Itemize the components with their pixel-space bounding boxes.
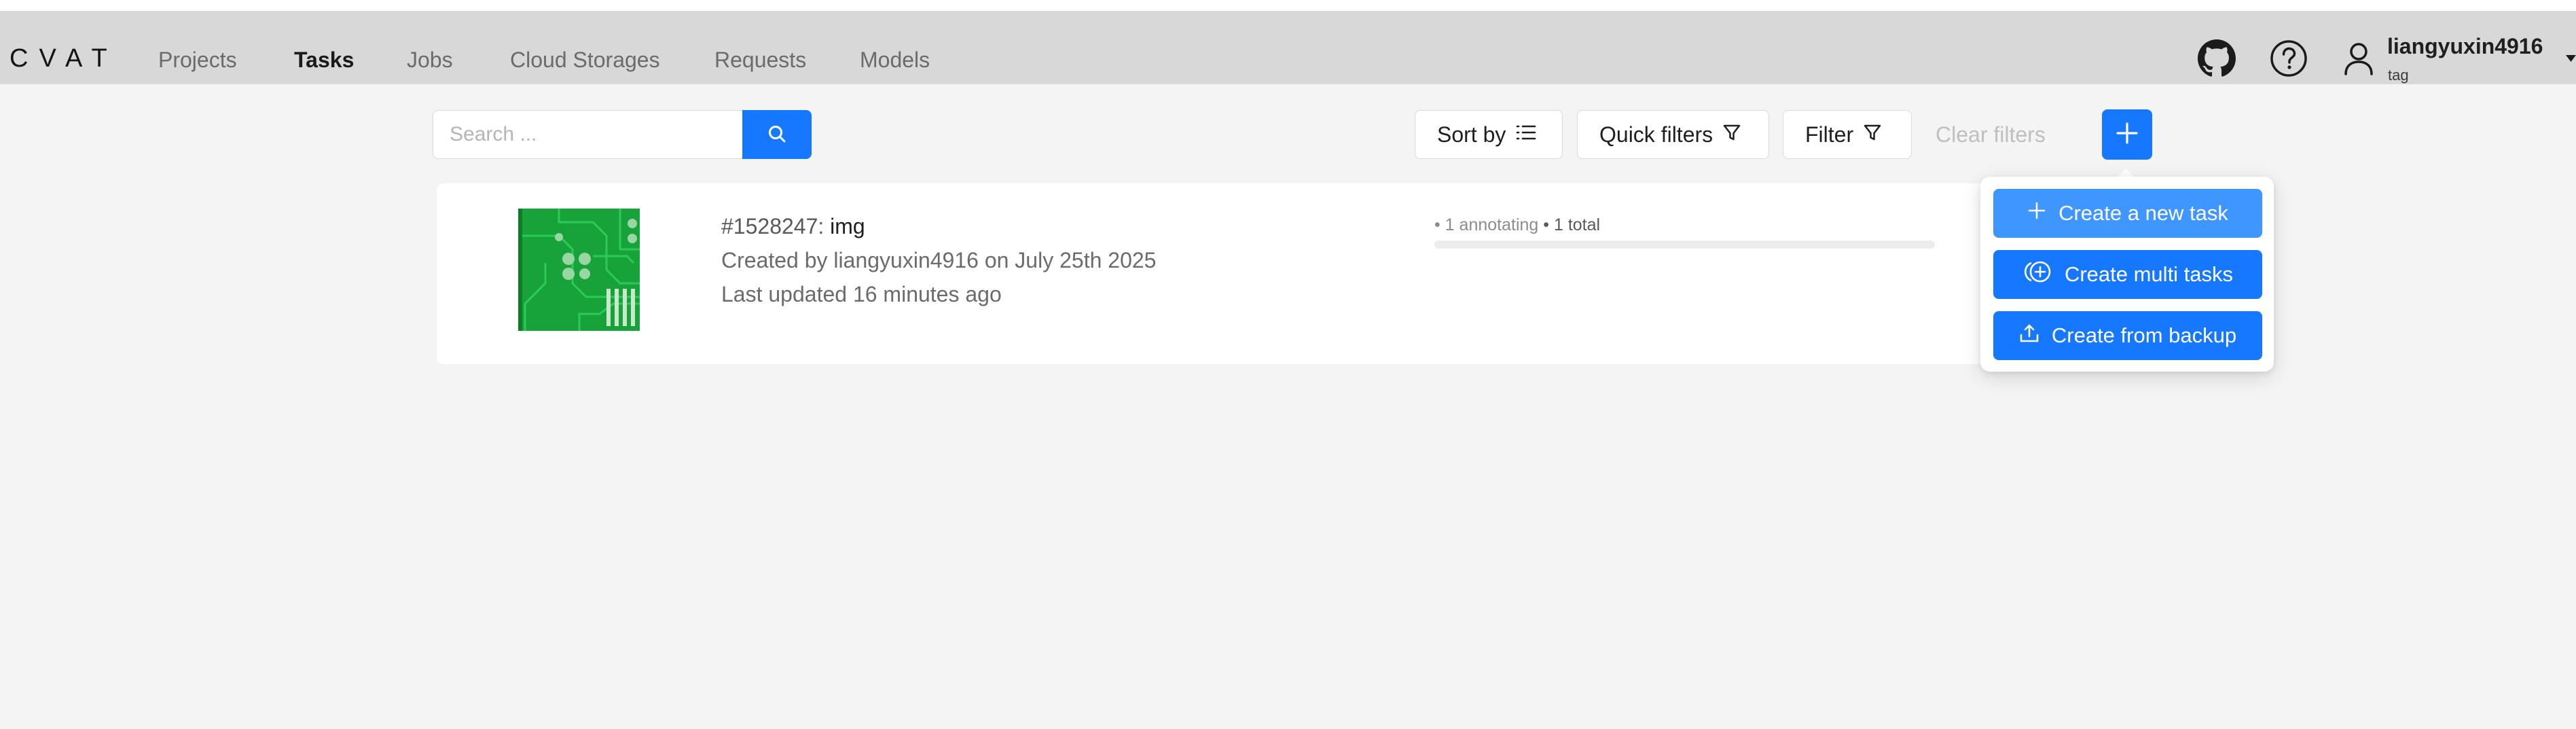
cvat-logo[interactable]: CVAT bbox=[10, 45, 118, 72]
sort-list-icon bbox=[1515, 122, 1537, 147]
task-id: #1528247: bbox=[721, 214, 824, 238]
create-multi-tasks-label: Create multi tasks bbox=[2064, 262, 2234, 286]
quick-filters-label: Quick filters bbox=[1599, 122, 1713, 147]
progress-total: • 1 total bbox=[1543, 215, 1601, 234]
create-new-task-label: Create a new task bbox=[2058, 201, 2228, 225]
plus-icon bbox=[2116, 122, 2139, 148]
create-from-backup-label: Create from backup bbox=[2051, 323, 2237, 347]
caret-down-icon[interactable] bbox=[2566, 54, 2576, 67]
search-button[interactable] bbox=[742, 110, 812, 159]
task-progress-summary: • 1 annotating • 1 total bbox=[1434, 215, 1600, 235]
filter-button[interactable]: Filter bbox=[1783, 110, 1912, 159]
user-icon[interactable] bbox=[2344, 41, 2374, 79]
progress-annotating: • 1 annotating bbox=[1434, 215, 1539, 234]
help-icon[interactable] bbox=[2270, 39, 2308, 81]
task-name[interactable]: img bbox=[830, 214, 865, 238]
user-name[interactable]: liangyuxin4916 bbox=[2387, 33, 2543, 59]
task-updated-info: Last updated 16 minutes ago bbox=[721, 282, 1002, 306]
plus-icon bbox=[2027, 201, 2046, 226]
upload-icon bbox=[2019, 323, 2039, 349]
quick-filters-button[interactable]: Quick filters bbox=[1577, 110, 1769, 159]
nav-projects[interactable]: Projects bbox=[158, 46, 237, 73]
task-card[interactable] bbox=[437, 183, 2010, 364]
create-multi-tasks-item[interactable]: Create multi tasks bbox=[1993, 250, 2262, 299]
search-icon bbox=[767, 124, 786, 145]
clear-filters-button[interactable]: Clear filters bbox=[1936, 121, 2046, 148]
nav-jobs[interactable]: Jobs bbox=[407, 46, 453, 73]
create-from-backup-item[interactable]: Create from backup bbox=[1993, 311, 2262, 360]
filter-label: Filter bbox=[1805, 122, 1854, 147]
github-icon[interactable] bbox=[2198, 39, 2236, 81]
top-header: CVAT Projects Tasks Jobs Cloud Storages … bbox=[0, 11, 2576, 84]
nav-cloud-storages[interactable]: Cloud Storages bbox=[510, 46, 660, 73]
nav-models[interactable]: Models bbox=[860, 46, 930, 73]
filter-icon bbox=[1863, 122, 1882, 147]
create-task-button[interactable] bbox=[2102, 109, 2152, 160]
task-title[interactable]: #1528247: img bbox=[721, 213, 865, 240]
nav-requests[interactable]: Requests bbox=[714, 46, 806, 73]
task-progress-bar bbox=[1434, 241, 1935, 249]
sort-by-button[interactable]: Sort by bbox=[1415, 110, 1563, 159]
task-thumbnail[interactable] bbox=[518, 209, 640, 331]
window-top-strip bbox=[0, 0, 2576, 11]
create-new-task-item[interactable]: Create a new task bbox=[1993, 189, 2262, 238]
filter-icon bbox=[1722, 122, 1741, 147]
plus-circle-icon bbox=[2022, 260, 2052, 289]
search-input[interactable] bbox=[433, 110, 743, 159]
user-organization: tag bbox=[2388, 67, 2409, 84]
sort-by-label: Sort by bbox=[1437, 122, 1506, 147]
nav-tasks[interactable]: Tasks bbox=[294, 46, 354, 73]
task-created-info: Created by liangyuxin4916 on July 25th 2… bbox=[721, 248, 1157, 272]
